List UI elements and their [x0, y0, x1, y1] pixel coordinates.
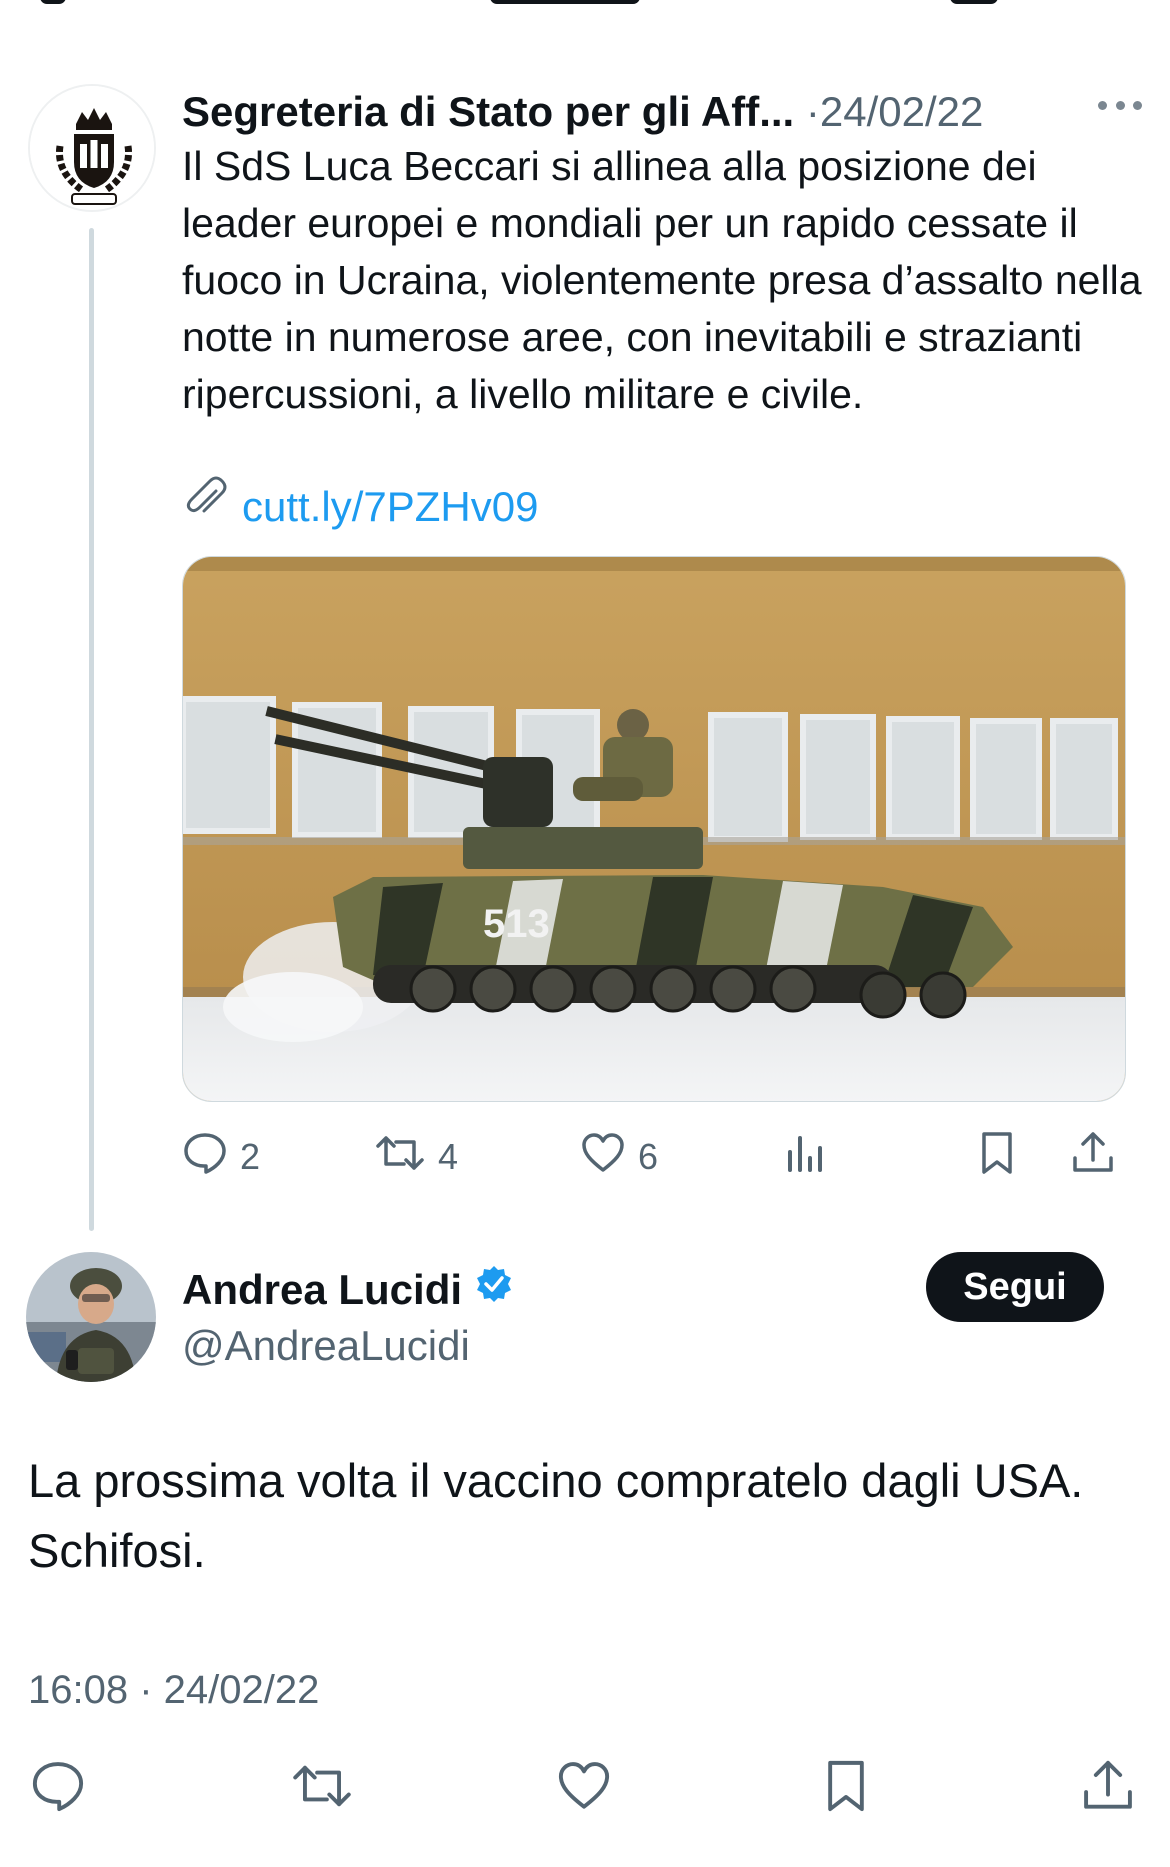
bookmark-icon [818, 1758, 874, 1819]
heart-icon [580, 1130, 626, 1185]
author-name-row: Andrea Lucidi [182, 1262, 514, 1318]
reply-icon [182, 1130, 228, 1185]
avatar[interactable] [28, 84, 156, 212]
tweet-action-bar: 2 4 6 [182, 1122, 1132, 1192]
tweet-action-bar [0, 1748, 1170, 1828]
bookmark-icon [974, 1130, 1020, 1185]
tweet-timestamp[interactable]: 16:08 · 24/02/22 [28, 1660, 319, 1720]
tweet-date[interactable]: 24/02/22 [820, 88, 984, 135]
bookmark-button[interactable] [974, 1122, 1020, 1192]
verified-badge-icon [474, 1262, 514, 1318]
bookmark-button[interactable] [806, 1748, 886, 1828]
retweet-count: 4 [438, 1136, 459, 1177]
reply-count: 2 [240, 1136, 261, 1177]
retweet-icon [374, 1130, 426, 1185]
more-options-icon[interactable] [1098, 98, 1142, 112]
author-name[interactable]: Andrea Lucidi [182, 1262, 462, 1318]
analytics-icon [782, 1130, 828, 1185]
views-button[interactable] [782, 1122, 828, 1192]
retweet-button[interactable]: 4 [374, 1122, 458, 1192]
reply-button[interactable] [18, 1748, 98, 1828]
top-cropped-fragment [0, 0, 1170, 16]
tweet-link[interactable]: cutt.ly/7PZHv09 [182, 475, 538, 539]
separator-dot: · [805, 88, 820, 135]
author-name[interactable]: Segreteria di Stato per gli Aff... [182, 82, 794, 142]
tweet-header: Segreteria di Stato per gli Aff... ·24/0… [182, 82, 1142, 142]
like-button[interactable] [544, 1748, 624, 1828]
heart-icon [556, 1758, 612, 1819]
share-icon [1070, 1130, 1116, 1185]
follow-button[interactable]: Segui [926, 1252, 1104, 1322]
vehicle-number: 513 [483, 902, 550, 946]
reply-button[interactable]: 2 [182, 1122, 260, 1192]
armored-vehicle-photo: 513 [183, 557, 1125, 1101]
tweet-text: Il SdS Luca Beccari si allinea alla posi… [182, 143, 1142, 417]
retweet-icon [290, 1758, 354, 1819]
paperclip-icon [182, 475, 230, 539]
like-count: 6 [638, 1136, 659, 1177]
retweet-button[interactable] [282, 1748, 362, 1828]
share-button[interactable] [1070, 1122, 1116, 1192]
share-icon [1080, 1758, 1136, 1819]
reply-icon [30, 1758, 86, 1819]
link-text[interactable]: cutt.ly/7PZHv09 [242, 477, 538, 537]
avatar[interactable] [26, 1252, 156, 1382]
thread-connector-line [89, 228, 94, 1231]
author-handle[interactable]: @AndreaLucidi [182, 1318, 470, 1374]
share-button[interactable] [1068, 1748, 1148, 1828]
like-button[interactable]: 6 [580, 1122, 658, 1192]
tweet-media-photo[interactable]: 513 [182, 556, 1126, 1102]
tweet-text: La prossima volta il vaccino compratelo … [28, 1454, 1084, 1577]
